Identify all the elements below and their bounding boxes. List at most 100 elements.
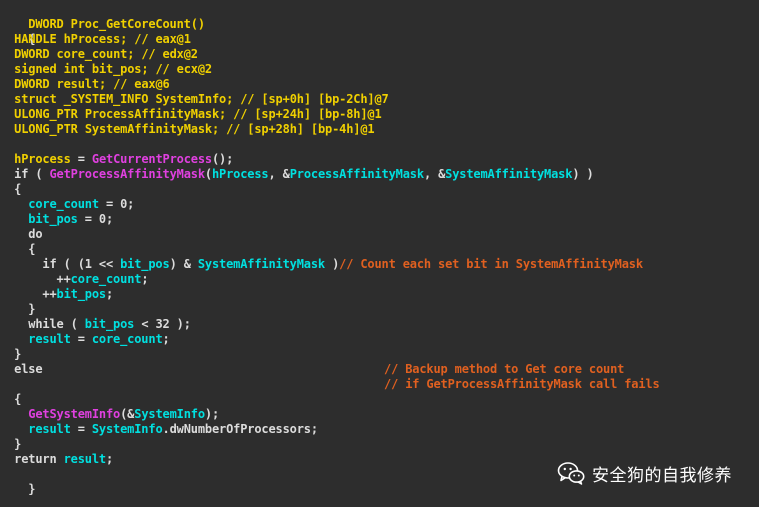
decl-comment: ; // edx@2 — [127, 47, 198, 61]
type: HANDLE — [14, 32, 57, 46]
punctuation: ); — [204, 407, 220, 421]
brace: } — [28, 482, 36, 496]
assignment: = 0; — [77, 212, 114, 226]
code-line-9: ULONG_PTR SystemAffinityMask; // [sp+28h… — [0, 122, 375, 137]
type: DWORD — [14, 77, 50, 91]
function-signature: DWORD Proc_GetCoreCount() — [28, 17, 205, 31]
variable: SystemAffinityMask — [197, 257, 325, 271]
code-comment: // Backup method to Get core count — [384, 362, 625, 376]
operator: = — [70, 152, 92, 166]
punctuation: ; — [141, 272, 149, 286]
operator: ) & — [169, 257, 198, 271]
type: signed int — [14, 62, 85, 76]
punctuation: , & — [423, 167, 446, 181]
variable: result — [56, 77, 100, 91]
code-line-8: ULONG_PTR ProcessAffinityMask; // [sp+24… — [0, 107, 382, 122]
punctuation: ( — [204, 167, 212, 181]
punctuation: < 32 ); — [134, 317, 191, 331]
variable: SystemAffinityMask — [445, 167, 573, 181]
variable: SystemAffinityMask — [84, 122, 212, 136]
variable: result — [28, 332, 71, 346]
brace: { — [14, 182, 22, 196]
decl-comment: ; // eax@1 — [120, 32, 191, 46]
code-line-32: } — [0, 467, 35, 496]
code-line-14: core_count = 0; — [0, 197, 134, 212]
punctuation: , & — [268, 167, 290, 181]
code-line-3: HANDLE hProcess; // eax@1 — [0, 32, 191, 47]
punctuation: ; — [162, 332, 170, 346]
code-line-5: signed int bit_pos; // ecx@2 — [0, 62, 212, 77]
code-line-7: struct _SYSTEM_INFO SystemInfo; // [sp+0… — [0, 92, 389, 107]
code-line-31: return result; — [0, 452, 113, 467]
variable: ProcessAffinityMask — [84, 107, 220, 121]
punctuation: ; — [105, 452, 114, 466]
brace: } — [14, 437, 22, 451]
decl-comment: ; // ecx@2 — [141, 62, 212, 76]
code-line-29: result = SystemInfo.dwNumberOfProcessors… — [0, 422, 318, 437]
watermark-text: 安全狗的自我修养 — [592, 465, 732, 486]
decl-comment: ; // eax@6 — [98, 77, 170, 91]
code-editor: DWORD Proc_GetCoreCount() { HANDLE hProc… — [0, 0, 759, 507]
code-line-23: result = core_count; — [0, 332, 170, 347]
code-line-1: DWORD Proc_GetCoreCount() — [0, 2, 205, 31]
brace: } — [28, 302, 36, 316]
punctuation: ) — [325, 257, 340, 271]
code-line-16: do — [0, 227, 42, 242]
variable: hProcess — [14, 152, 71, 166]
operator: ++ — [56, 272, 71, 286]
code-line-27: { — [0, 392, 21, 407]
keyword-return: return — [14, 452, 64, 466]
variable: bit_pos — [56, 287, 107, 301]
code-line-18: if ( (1 << bit_pos) & SystemAffinityMask… — [0, 257, 643, 272]
decl-comment: ; // [sp+24h] [bp-8h]@1 — [219, 107, 382, 121]
code-line-2: { — [0, 17, 35, 46]
function-call: GetCurrentProcess — [91, 152, 212, 166]
assignment: = 0; — [98, 197, 135, 211]
code-line-17: { — [0, 242, 35, 257]
brace: { — [14, 392, 22, 406]
code-line-4: DWORD core_count; // edx@2 — [0, 47, 198, 62]
code-line-21: } — [0, 302, 35, 317]
keyword-if: if ( — [14, 167, 50, 181]
code-line-22: while ( bit_pos < 32 ); — [0, 317, 191, 332]
operator: = — [70, 422, 92, 436]
field-access: .dwNumberOfProcessors; — [162, 422, 319, 436]
type: DWORD — [14, 47, 50, 61]
operator: = — [70, 332, 92, 346]
variable: bit_pos — [120, 257, 170, 271]
variable: ProcessAffinityMask — [289, 167, 424, 181]
code-line-13: { — [0, 182, 21, 197]
variable: core_count — [91, 332, 163, 346]
variable: hProcess — [63, 32, 121, 46]
code-comment: // Count each set bit in SystemAffinityM… — [339, 257, 643, 271]
variable: SystemInfo — [91, 422, 163, 436]
variable: SystemInfo — [134, 407, 205, 421]
code-line-19: ++core_count; — [0, 272, 149, 287]
keyword-else: else — [14, 362, 43, 376]
function-call: GetSystemInfo — [28, 407, 121, 421]
code-line-20: ++bit_pos; — [0, 287, 113, 302]
code-line-25: else — [0, 362, 42, 377]
type: ULONG_PTR — [14, 107, 78, 121]
variable: core_count — [70, 272, 142, 286]
wechat-icon — [557, 462, 585, 485]
function-call: GetProcessAffinityMask — [49, 167, 205, 181]
code-line-28: GetSystemInfo(&SystemInfo); — [0, 407, 219, 422]
code-line-24: } — [0, 347, 21, 362]
keyword-if: if ( (1 << — [42, 257, 121, 271]
brace: } — [14, 347, 22, 361]
variable: SystemInfo — [155, 92, 227, 106]
variable: hProcess — [211, 167, 269, 181]
operator: ++ — [42, 287, 57, 301]
keyword-while: while ( — [28, 317, 85, 331]
decl-comment: ; // [sp+28h] [bp-4h]@1 — [211, 122, 375, 136]
keyword-do: do — [28, 227, 43, 241]
decl-comment: ; // [sp+0h] [bp-2Ch]@7 — [226, 92, 389, 106]
variable: core_count — [56, 47, 128, 61]
variable: core_count — [28, 197, 99, 211]
code-line-6: DWORD result; // eax@6 — [0, 77, 170, 92]
variable: result — [28, 422, 71, 436]
punctuation: ) ) — [572, 167, 594, 181]
brace: { — [28, 242, 36, 256]
code-line-12: if ( GetProcessAffinityMask(hProcess, &P… — [0, 167, 594, 182]
